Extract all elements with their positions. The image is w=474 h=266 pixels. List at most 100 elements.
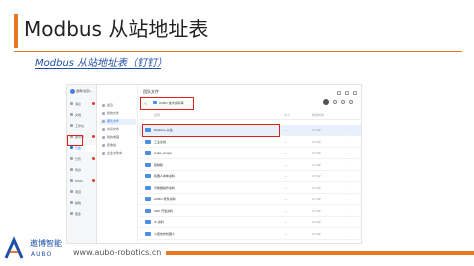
more-actions-icon[interactable]: ··· — [344, 220, 347, 224]
nav-item-label: 消息 — [75, 102, 82, 106]
nav-item-label: DING — [75, 179, 83, 183]
notification-badge — [92, 179, 95, 182]
view-toggle-icon[interactable] — [349, 100, 353, 104]
header-divider — [139, 119, 361, 120]
folder-icon — [145, 197, 151, 201]
file-name[interactable]: AUBO 软件资料 — [154, 197, 176, 201]
nav-item[interactable]: 工作台 — [68, 123, 96, 130]
file-size: — — [284, 162, 287, 167]
notification-badge — [92, 102, 95, 105]
nav-item[interactable]: 更多 — [68, 211, 96, 218]
sidebar-item[interactable]: 最近 — [100, 103, 136, 109]
logo-text-cn: 遨博智能 — [30, 239, 62, 248]
sort-icon[interactable] — [341, 100, 345, 104]
file-size: — — [284, 208, 287, 213]
file-name[interactable]: 工业总线 — [154, 140, 166, 144]
breadcrumb-highlight-box — [140, 97, 194, 110]
primary-nav: 遨博(北京)... 消息 文档 工作台 通讯录 云盘 日历 待办 DING 项目 邮箱 更多 — [67, 85, 97, 243]
sidebar-item[interactable]: 我的文件 — [100, 111, 136, 117]
mail-icon — [70, 201, 73, 204]
sidebar-item[interactable]: 企业文件夹 — [100, 151, 136, 157]
table-row[interactable]: 控制柜 — 17:22 ··· — [139, 160, 361, 171]
nav-item[interactable]: 邮箱 — [68, 200, 96, 207]
table-row[interactable]: 示教器操作资料 — 17:22 ··· — [139, 183, 361, 194]
folder-icon — [145, 220, 151, 224]
footer-url[interactable]: www.aubo-robotics.cn — [73, 248, 161, 257]
upload-icon[interactable] — [333, 100, 337, 104]
file-size: — — [284, 185, 287, 190]
file-name[interactable]: SDK 开发资料 — [154, 209, 173, 213]
folder-icon — [102, 144, 105, 147]
nav-item[interactable]: 待办 — [68, 167, 96, 174]
workbench-icon — [70, 124, 73, 127]
table-row[interactable]: 机器人本体资料 — 17:22 ··· — [139, 171, 361, 182]
nav-item[interactable]: 项目 — [68, 189, 96, 196]
calendar-icon — [70, 157, 73, 160]
file-size: — — [284, 174, 287, 178]
sidebar-item[interactable]: 团队文件 — [100, 119, 136, 125]
file-size: — — [284, 151, 287, 155]
more-actions-icon[interactable]: ··· — [344, 163, 347, 167]
more-actions-icon[interactable]: ··· — [344, 174, 347, 178]
folder-icon — [145, 174, 151, 178]
nav-item[interactable]: 文档 — [68, 112, 96, 119]
folder-icon — [102, 120, 105, 123]
org-name: 遨博(北京)... — [76, 89, 94, 93]
nav-highlight-box — [67, 135, 83, 146]
more-actions-icon[interactable]: ··· — [344, 151, 347, 155]
add-icon[interactable] — [345, 91, 349, 95]
folder-icon — [145, 139, 151, 144]
cloud-icon — [70, 146, 73, 149]
more-actions-icon[interactable]: ··· — [344, 128, 347, 132]
search-icon[interactable] — [337, 91, 341, 95]
table-row[interactable]: SDK 开发资料 — 17:22 ··· — [139, 206, 361, 217]
table-row[interactable]: AUBO 软件资料 — 17:22 ··· — [139, 194, 361, 205]
nav-item[interactable]: 日历 — [68, 156, 96, 163]
nav-item[interactable]: 消息 — [68, 101, 96, 108]
nav-item-label: 邮箱 — [75, 201, 82, 205]
org-header[interactable]: 遨博(北京)... — [70, 88, 94, 97]
more-actions-icon[interactable]: ··· — [344, 140, 347, 144]
title-accent-bar — [14, 14, 18, 48]
file-name[interactable]: aubo_scope — [154, 151, 172, 155]
file-name[interactable]: 小型协作机器人 — [154, 232, 175, 236]
doc-icon — [70, 113, 73, 116]
avatar[interactable] — [323, 99, 329, 105]
table-row[interactable]: 工业总线 — 17:22 ··· — [139, 137, 361, 148]
table-row[interactable]: i5 资料 — 17:22 ··· — [139, 217, 361, 228]
folder-icon — [102, 152, 105, 155]
file-panel: 团队文件 < AUBO 技术资料库 名称 大小 修改时间 Modbus 从站 —1… — [139, 85, 361, 243]
column-header-name[interactable]: 名称 — [154, 113, 160, 117]
more-actions-icon[interactable]: ··· — [344, 232, 347, 236]
sidebar-item-label: 团队文件 — [107, 119, 120, 123]
file-name[interactable]: 示教器操作资料 — [154, 186, 175, 190]
sidebar-item-label: 我的收藏 — [107, 135, 120, 139]
sidebar-item-label: 最近 — [107, 103, 114, 107]
file-name[interactable]: 控制柜 — [154, 163, 163, 167]
ding-icon — [70, 179, 73, 182]
file-name[interactable]: i5 资料 — [154, 220, 164, 224]
nav-item[interactable]: 云盘 — [68, 145, 96, 152]
sidebar-item[interactable]: 回收站 — [100, 143, 136, 149]
more-icon — [70, 212, 73, 215]
file-name[interactable]: 机器人本体资料 — [154, 174, 175, 178]
cloud-sidebar: 最近我的文件团队文件共享文件我的收藏回收站企业文件夹 — [98, 85, 138, 243]
footer-accent-bar — [166, 251, 474, 255]
sidebar-item[interactable]: 我的收藏 — [100, 135, 136, 141]
file-time: 17:22 — [312, 162, 321, 167]
nav-item[interactable]: DING — [68, 178, 96, 185]
more-actions-icon[interactable]: ··· — [344, 209, 347, 213]
sidebar-item[interactable]: 共享文件 — [100, 127, 136, 133]
table-row[interactable]: aubo_scope — 17:22 ··· — [139, 148, 361, 159]
column-header-size[interactable]: 大小 — [284, 113, 290, 117]
file-time: 17:22 — [312, 139, 321, 144]
table-row[interactable]: 小型协作机器人 — 17:22 ··· — [139, 229, 361, 240]
file-time: 17:22 — [312, 197, 321, 201]
dingtalk-window: 遨博(北京)... 消息 文档 工作台 通讯录 云盘 日历 待办 DING 项目 邮箱 更多 最近我… — [66, 84, 362, 244]
file-size: — — [284, 128, 287, 132]
more-actions-icon[interactable]: ··· — [344, 186, 347, 190]
settings-icon[interactable] — [353, 91, 357, 95]
more-actions-icon[interactable]: ··· — [344, 197, 347, 201]
chat-icon — [70, 102, 73, 105]
column-header-time[interactable]: 修改时间 — [312, 113, 324, 117]
